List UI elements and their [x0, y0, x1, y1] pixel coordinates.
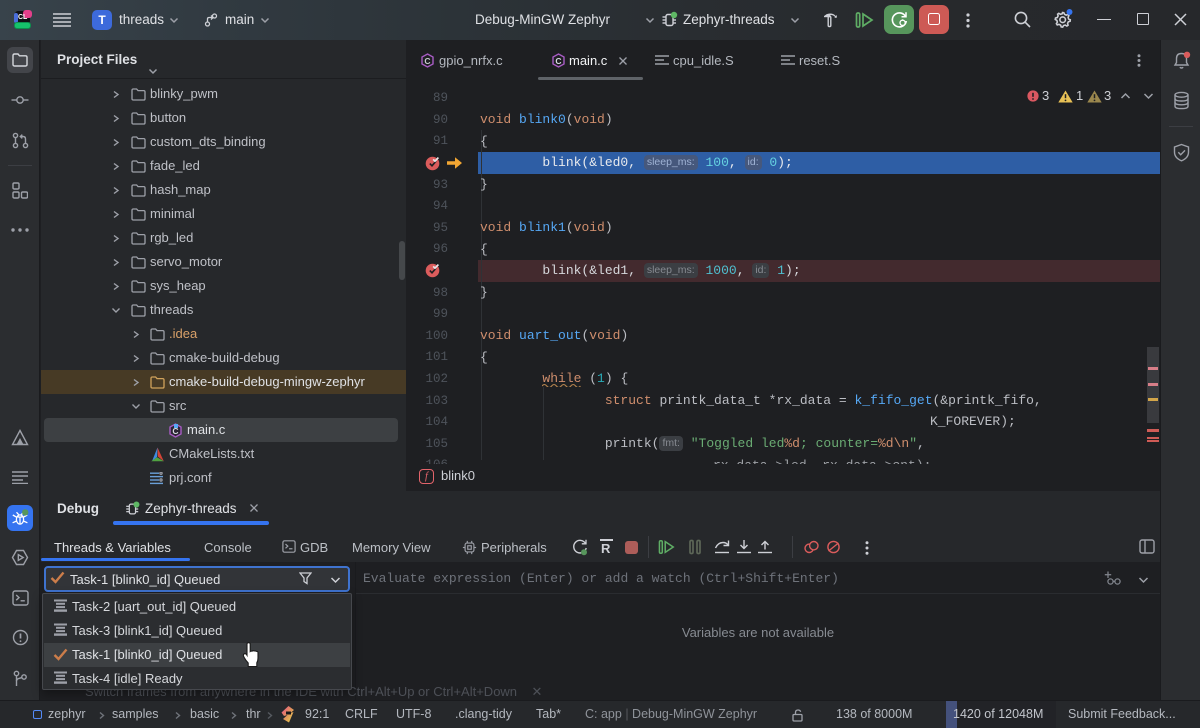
svg-text:C: C — [172, 426, 178, 436]
